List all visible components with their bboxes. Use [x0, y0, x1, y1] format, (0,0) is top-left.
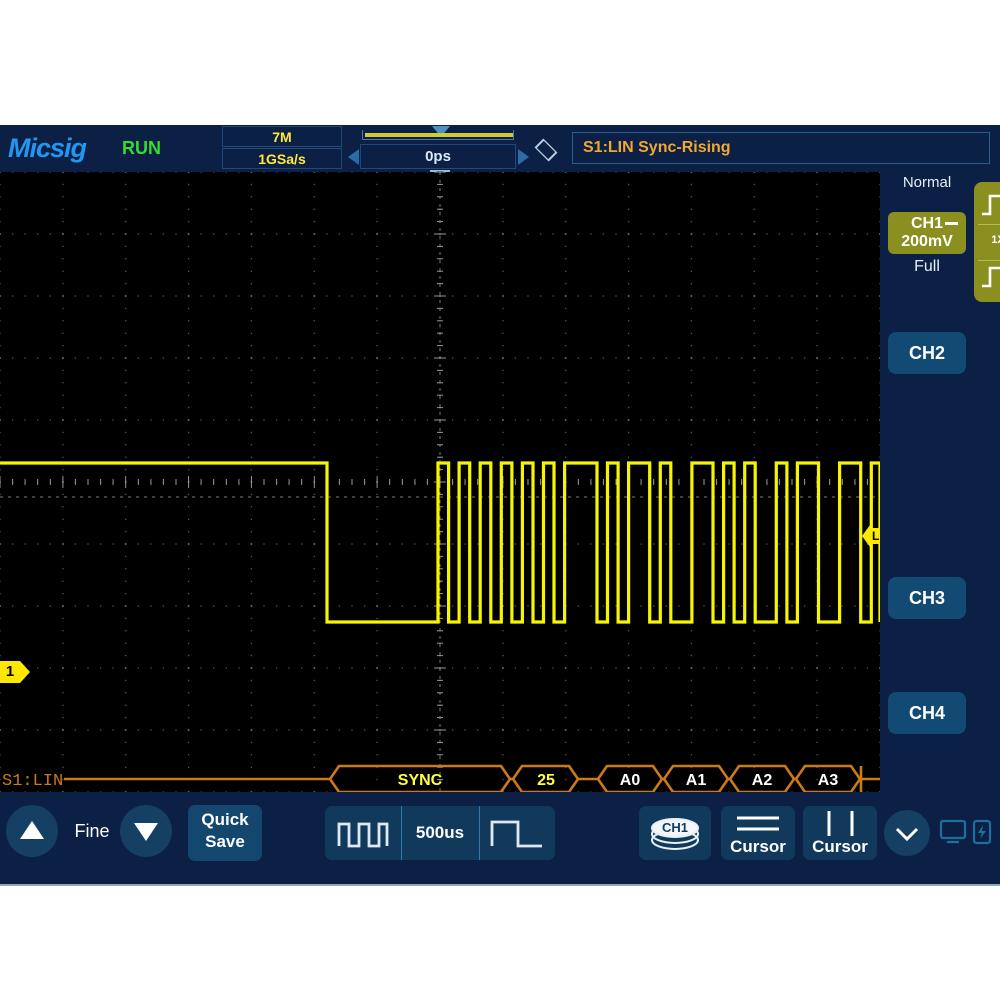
- decode-field-label: A1: [686, 772, 707, 789]
- ch1-settings-badge[interactable]: CH1 200mV: [888, 212, 966, 254]
- timebase-value[interactable]: 500us: [401, 806, 479, 860]
- horizontal-cursor-button[interactable]: Cursor: [721, 806, 795, 860]
- oscilloscope-screenshot: Micsig RUN 7M 1GSa/s 0ps S1:LIN Sync-Ris…: [0, 0, 1000, 1000]
- brand-logo: Micsig: [8, 133, 86, 164]
- acquisition-info[interactable]: 7M 1GSa/s: [222, 126, 342, 171]
- top-status-bar: Micsig RUN 7M 1GSa/s 0ps S1:LIN Sync-Ris…: [0, 125, 1000, 172]
- quick-save-line1: Quick: [188, 810, 262, 830]
- decode-field-label: A2: [752, 772, 773, 789]
- trigger-label: S1:LIN Sync-Rising: [583, 139, 731, 157]
- zoom-pulse-button[interactable]: [484, 806, 550, 860]
- trigger-mode-label[interactable]: Normal: [888, 174, 966, 191]
- vertical-cursor-button[interactable]: Cursor: [803, 806, 877, 860]
- horizontal-cursor-icon: [721, 809, 795, 839]
- quick-save-line2: Save: [188, 832, 262, 852]
- bus-name-label: S1:LIN: [2, 772, 63, 791]
- lin-decode-labels: SYNC 25 A0 A1 A2 A3: [398, 772, 839, 789]
- channel-stack-button[interactable]: CH1: [639, 806, 711, 860]
- ch1-stack-icon: CH1: [639, 806, 711, 860]
- horizontal-position-control[interactable]: 0ps: [348, 126, 528, 171]
- eye-icon[interactable]: [535, 139, 558, 162]
- waveform-graticule[interactable]: SYNC 25 A0 A1 A2 A3 S1:LIN 1: [0, 172, 880, 792]
- ch1-bandwidth-label[interactable]: Full: [888, 258, 966, 276]
- ch1-scale-label: 200mV: [888, 233, 966, 251]
- more-options-button[interactable]: [884, 810, 930, 856]
- decode-field-label: A3: [818, 772, 839, 789]
- position-right-arrow-icon[interactable]: [518, 149, 529, 165]
- sidebar-item-ch4[interactable]: CH4: [888, 692, 966, 734]
- decode-field-label: 25: [537, 772, 555, 789]
- bottom-divider: [0, 884, 1000, 886]
- probe-ratio-label: 1X: [974, 234, 1000, 246]
- down-arrow-icon: [120, 805, 172, 857]
- sample-rate-value[interactable]: 1GSa/s: [222, 148, 342, 169]
- horizontal-cursor-label: Cursor: [721, 837, 795, 857]
- single-pulse-icon: [484, 806, 550, 860]
- increase-button[interactable]: [6, 805, 58, 857]
- quick-save-button[interactable]: Quick Save: [188, 805, 262, 861]
- ch1-ground-marker[interactable]: 1: [0, 661, 30, 683]
- sidebar-item-ch3[interactable]: CH3: [888, 577, 966, 619]
- decode-field-label: A0: [620, 772, 641, 789]
- probe-ratio-control[interactable]: 1X: [974, 182, 1000, 302]
- display-icon[interactable]: [938, 818, 968, 846]
- up-arrow-icon: [6, 805, 58, 857]
- position-left-arrow-icon[interactable]: [348, 149, 359, 165]
- multi-pulse-icon[interactable]: [325, 806, 401, 860]
- waveform-svg: SYNC 25 A0 A1 A2 A3 S1:LIN: [0, 172, 880, 792]
- sidebar-item-ch2[interactable]: CH2: [888, 332, 966, 374]
- axis-ticks: [0, 172, 880, 792]
- position-bar-icon: [362, 130, 514, 140]
- decode-field-label: SYNC: [398, 772, 443, 789]
- trigger-setting-bar[interactable]: S1:LIN Sync-Rising: [572, 132, 990, 164]
- pulse-icon: [974, 256, 1000, 296]
- device-screen: Micsig RUN 7M 1GSa/s 0ps S1:LIN Sync-Ris…: [0, 125, 1000, 885]
- bottom-toolbar: Fine Quick Save 500us: [0, 792, 1000, 885]
- chevron-down-icon: [884, 810, 930, 856]
- battery-charging-icon[interactable]: [971, 818, 993, 846]
- fine-adjust-label[interactable]: Fine: [63, 821, 121, 842]
- vertical-cursor-icon: [803, 809, 877, 839]
- ground-marker-number: 1: [0, 661, 20, 683]
- horizontal-position-value[interactable]: 0ps: [360, 144, 516, 169]
- decrease-button[interactable]: [120, 805, 172, 857]
- memory-depth-value[interactable]: 7M: [222, 126, 342, 147]
- run-state-label[interactable]: RUN: [122, 138, 161, 159]
- vertical-cursor-label: Cursor: [803, 837, 877, 857]
- right-side-panel: Normal CH1 200mV Full 1X CH2 CH3 CH4: [880, 172, 1000, 792]
- svg-text:CH1: CH1: [662, 820, 688, 835]
- coupling-dash-icon: [945, 222, 958, 225]
- pulse-icon: [974, 184, 1000, 224]
